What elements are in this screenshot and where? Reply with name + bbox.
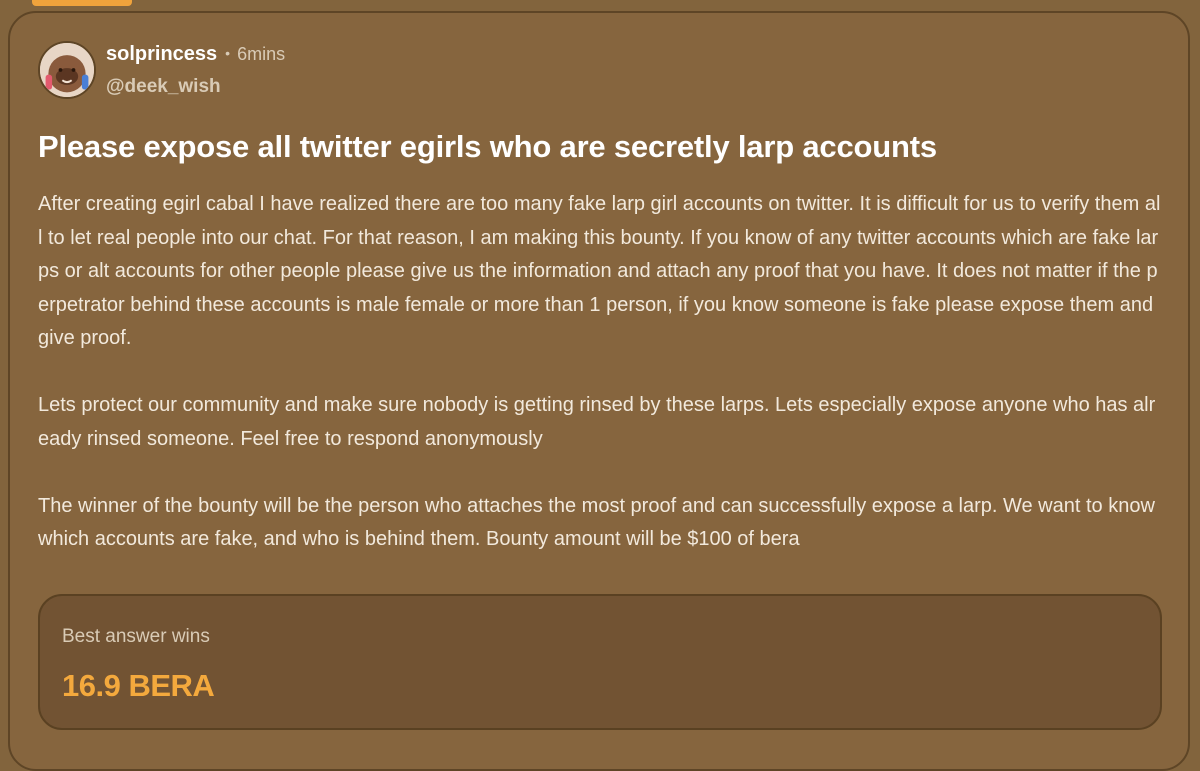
author-display-name[interactable]: solprincess bbox=[106, 43, 217, 66]
post-time: 6mins bbox=[237, 43, 286, 64]
bounty-post-card: solprincess • 6mins @deek_wish Please ex… bbox=[8, 11, 1190, 771]
author-handle[interactable]: @deek_wish bbox=[106, 76, 285, 98]
active-tab-indicator bbox=[32, 0, 132, 6]
post-paragraph: After creating egirl cabal I have realiz… bbox=[38, 193, 1161, 349]
post-body: After creating egirl cabal I have realiz… bbox=[38, 188, 1164, 590]
reward-amount: 16.9 BERA bbox=[62, 668, 215, 703]
post-title: Please expose all twitter egirls who are… bbox=[38, 129, 937, 164]
post-paragraph: The winner of the bounty will be the per… bbox=[38, 494, 1155, 551]
avatar-icon[interactable] bbox=[38, 41, 96, 99]
reward-label: Best answer wins bbox=[62, 626, 210, 647]
post-paragraph: Lets protect our community and make sure… bbox=[38, 394, 1156, 450]
reward-box: Best answer wins 16.9 BERA bbox=[38, 594, 1162, 730]
post-header: solprincess • 6mins @deek_wish bbox=[38, 41, 285, 99]
separator-dot: • bbox=[225, 44, 231, 61]
